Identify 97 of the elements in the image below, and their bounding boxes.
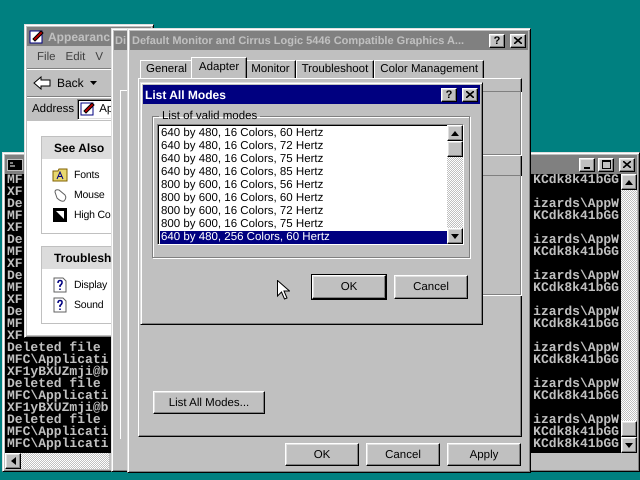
console-text: De — [7, 306, 23, 318]
console-text: Deleted file — [7, 378, 101, 390]
console-text: MFC\Applicati — [7, 354, 108, 366]
help-icon — [52, 297, 68, 313]
console-text: izards\AppW — [533, 414, 619, 426]
console-text: MF — [7, 210, 23, 222]
console-text: XF — [7, 186, 23, 198]
console-text: KCdk8k41bGG — [533, 318, 619, 330]
scroll-thumb[interactable] — [447, 141, 463, 157]
console-text: XF1yBXUZmji@b — [7, 402, 108, 414]
dialog-button[interactable]: Apply — [447, 443, 521, 466]
console-text: XF1yBXUZmji@b — [7, 366, 108, 378]
group-label: List of valid modes — [161, 110, 258, 122]
down-arrow-icon — [451, 234, 459, 238]
console-text: KCdk8k41bGG — [533, 282, 619, 294]
menu-item[interactable]: V — [95, 51, 104, 63]
console-text: Deleted file — [7, 342, 101, 354]
console-text: XF — [7, 258, 23, 270]
tab[interactable]: Troubleshoot — [296, 60, 374, 78]
dialog-button[interactable]: OK — [312, 275, 386, 299]
mode-item[interactable]: 640 by 480, 16 Colors, 75 Hertz — [160, 153, 447, 166]
console-text: izards\AppW — [533, 234, 619, 246]
console-text: KCdk8k41bGG — [533, 354, 619, 366]
tab[interactable]: Color Management — [374, 60, 484, 78]
console-text: KCdk8k41bGG — [533, 246, 619, 258]
dialog-button[interactable]: Cancel — [394, 275, 468, 299]
vertical-scrollbar[interactable] — [621, 174, 637, 453]
dialog-button[interactable]: OK — [285, 443, 359, 466]
panel-link[interactable]: Sound — [74, 299, 104, 311]
menu-item[interactable]: File — [37, 51, 56, 63]
window-title: Di — [115, 34, 126, 46]
down-arrow-icon — [625, 442, 633, 448]
console-text: MFC\Applicati — [7, 438, 108, 450]
close-icon — [466, 91, 474, 98]
console-text: XF — [7, 330, 23, 342]
mode-item[interactable]: 640 by 480, 16 Colors, 60 Hertz — [160, 127, 447, 140]
caret-icon — [90, 80, 97, 84]
console-text: izards\AppW — [533, 378, 619, 390]
mode-item[interactable]: 640 by 480, 256 Colors, 60 Hertz — [160, 231, 447, 244]
menu-item[interactable]: Edit — [66, 51, 86, 63]
console-text: De — [7, 270, 23, 282]
mode-item[interactable]: 640 by 480, 16 Colors, 72 Hertz — [160, 140, 447, 153]
mode-item[interactable]: 640 by 480, 16 Colors, 85 Hertz — [160, 166, 447, 179]
console-text: KCdk8k41bGG — [533, 438, 619, 450]
tab[interactable]: Adapter — [190, 57, 248, 78]
mode-item[interactable]: 800 by 600, 16 Colors, 56 Hertz — [160, 179, 447, 192]
console-text: MF — [7, 174, 23, 186]
help-button[interactable]: ? — [441, 88, 457, 102]
list-all-modes-button[interactable]: List All Modes... — [153, 391, 265, 414]
console-text: De — [7, 198, 23, 210]
maximize-icon — [602, 160, 610, 169]
console-text: izards\AppW — [533, 198, 619, 210]
up-arrow-icon — [451, 130, 459, 136]
console-text: KCdk8k41bGG — [533, 210, 619, 222]
scroll-thumb[interactable] — [621, 421, 637, 437]
mode-item[interactable]: 800 by 600, 16 Colors, 72 Hertz — [160, 205, 447, 218]
console-text: MFC\Applicati — [7, 390, 108, 402]
panel-link[interactable]: Display — [74, 279, 108, 291]
console-text: izards\AppW — [533, 270, 619, 282]
console-text: De — [7, 234, 23, 246]
close-icon — [514, 37, 522, 44]
address-label: Address — [32, 103, 74, 115]
console-text: MF — [7, 318, 23, 330]
panel-link[interactable]: High Co — [74, 209, 111, 221]
up-arrow-icon — [625, 180, 633, 184]
left-arrow-icon — [10, 457, 16, 465]
console-text: KCdk8k41bGG — [533, 426, 619, 438]
window-title: Appearanc — [48, 30, 110, 44]
back-button[interactable]: Back — [33, 76, 84, 90]
close-button[interactable] — [462, 88, 478, 102]
window-title: Default Monitor and Cirrus Logic 5446 Compatible Graphics A... — [132, 34, 466, 46]
folder-icon — [52, 167, 68, 183]
dialog-title: List All Modes — [145, 88, 227, 102]
console-text: XF — [7, 294, 23, 306]
dialog-button[interactable]: Cancel — [366, 443, 440, 466]
console-text: Deleted file — [7, 414, 101, 426]
back-arrow-icon — [33, 76, 51, 90]
mode-item[interactable]: 800 by 600, 16 Colors, 60 Hertz — [160, 192, 447, 205]
mode-item[interactable]: 800 by 600, 16 Colors, 75 Hertz — [160, 218, 447, 231]
tab[interactable]: Monitor — [245, 60, 296, 78]
console-text: MF — [7, 246, 23, 258]
mouse-icon — [52, 187, 68, 203]
panel-link[interactable]: Fonts — [74, 169, 100, 181]
mouse-pointer-icon — [277, 280, 290, 300]
console-text: izards\AppW — [533, 306, 619, 318]
close-icon — [623, 161, 631, 168]
console-text: KCdk8k41bGG — [533, 390, 619, 402]
minimize-icon — [584, 166, 590, 168]
panel-link[interactable]: Mouse — [74, 189, 105, 201]
help-icon — [52, 277, 68, 293]
console-text: MFC\Applicati — [7, 426, 108, 438]
console-text: XF — [7, 222, 23, 234]
horizontal-scrollbar[interactable] — [5, 453, 109, 469]
console-text: MF — [7, 282, 23, 294]
vertical-scrollbar[interactable] — [447, 125, 463, 244]
console-text: izards\AppW — [533, 342, 619, 354]
contrast-icon — [52, 207, 68, 223]
